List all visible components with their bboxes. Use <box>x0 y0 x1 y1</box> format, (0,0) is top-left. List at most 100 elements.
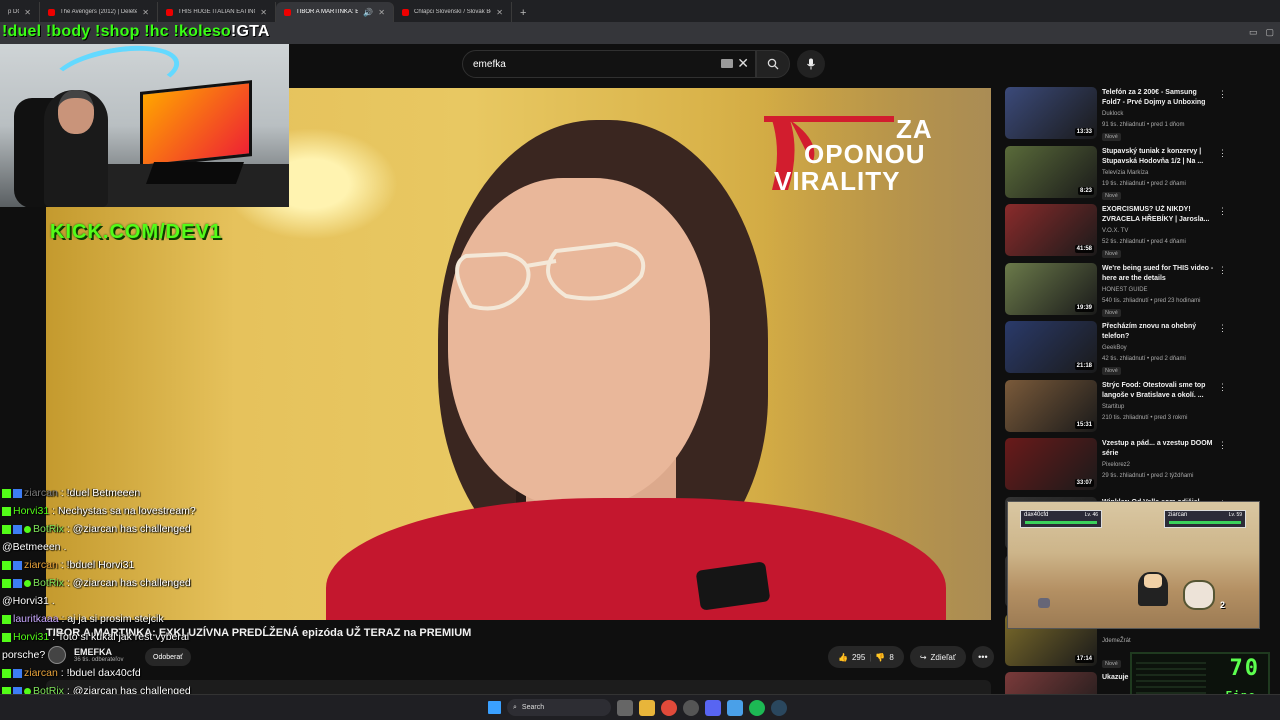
like-icon[interactable]: 👍 <box>838 653 848 662</box>
steam-icon[interactable] <box>771 699 787 716</box>
player1-level: Lv. 46 <box>1084 512 1098 518</box>
kick-url: KICK.COM/DEV1 <box>50 221 222 243</box>
video-thumbnail[interactable]: 19:39 <box>1005 262 1097 315</box>
recommendation-title[interactable]: Telefón za 2 200€ - Samsung Fold7 - Prvé… <box>1102 88 1214 108</box>
chat-message: Horvi31 : Nechystas sa na lovestream? <box>2 502 332 520</box>
tab-title: Chlapci Slovenskí / Slovak Boys <box>414 9 492 15</box>
video-thumbnail[interactable]: 8:23 <box>1005 145 1097 198</box>
chat-username[interactable]: Horvi31 <box>13 631 49 643</box>
recommendation-title[interactable]: Stupavský tuniak z konzervy | Stupavská … <box>1102 147 1214 167</box>
video-duration: 8:23 <box>1077 186 1094 195</box>
search-icon <box>767 58 779 70</box>
close-icon[interactable]: ✕ <box>378 8 385 17</box>
recommendation-channel[interactable]: Televízia Markíza <box>1102 170 1148 176</box>
close-icon[interactable]: ✕ <box>260 8 267 17</box>
player1-health: dax40cfd Lv. 46 <box>1020 510 1102 528</box>
chat-username[interactable]: ziarcan <box>24 667 58 679</box>
search-button[interactable] <box>756 50 790 78</box>
recommendation-channel[interactable]: JdemeŽrát <box>1102 638 1131 644</box>
cast-icon[interactable]: ▭ <box>1249 27 1258 38</box>
chat-username[interactable]: Horvi31 <box>13 505 49 517</box>
windows-start-icon[interactable] <box>488 701 501 714</box>
video-thumbnail[interactable]: 13:33 <box>1005 87 1097 139</box>
sprite-small <box>1038 598 1050 608</box>
recommendation-channel[interactable]: HONEST GUIDE <box>1102 287 1148 293</box>
webcam-overlay <box>0 44 289 207</box>
chat-username[interactable]: BotRix <box>33 523 64 535</box>
dislike-icon[interactable]: 👎 <box>875 653 885 662</box>
more-vert-icon[interactable]: ⋮ <box>1218 382 1227 393</box>
recommendation-item[interactable]: 13:33 Telefón za 2 200€ - Samsung Fold7 -… <box>1005 87 1230 146</box>
recommendation-title[interactable]: Přecházím znovu na ohebný telefon? <box>1102 322 1214 342</box>
speaker-icon[interactable]: 🔊 <box>363 8 373 17</box>
tab-1[interactable]: The Avengers (2012) | Deleted ✕ <box>40 2 158 22</box>
taskbar-search[interactable]: ⌕ Search <box>507 699 611 716</box>
video-thumbnail[interactable]: 33:07 <box>1005 438 1097 490</box>
recommendation-item[interactable]: 21:18 Přecházím znovu na ohebný telefon? G… <box>1005 321 1230 380</box>
task-view-icon[interactable] <box>617 699 633 716</box>
recommendation-item[interactable]: 33:07 Vzestup a pád... a vzestup DOOM sér… <box>1005 438 1230 497</box>
share-button[interactable]: ↪ Zdieľať <box>909 646 966 668</box>
chat-message: @Horvi31 . <box>2 592 332 610</box>
more-vert-icon[interactable]: ⋮ <box>1218 265 1227 276</box>
tab-3[interactable]: TIBOR A MARTINKA: EXKLU 🔊 ✕ <box>276 2 394 22</box>
like-dislike-group: 👍 295 | 👎 8 <box>828 646 904 668</box>
duel-game-overlay: dax40cfd Lv. 46 ziarcan Lv. 59 2 <box>1007 501 1260 629</box>
more-actions-button[interactable]: ••• <box>971 646 994 668</box>
more-vert-icon[interactable]: ⋮ <box>1218 89 1227 100</box>
close-icon[interactable]: ✕ <box>142 8 149 17</box>
kick-badge-icon <box>2 560 11 570</box>
tab-title: THIS HUGE ITALIAN EATING CH <box>178 9 255 15</box>
chat-username[interactable]: lauritkaaa <box>13 613 59 625</box>
recommendation-item[interactable]: 8:23 Stupavský tuniak z konzervy | Stupav… <box>1005 145 1230 205</box>
search-input[interactable]: emefka ✕ <box>462 50 756 78</box>
recommendation-item[interactable]: 41:58 EXORCISMUS? UŽ NIKDY! ZVRACELA HŘEB… <box>1005 204 1230 263</box>
recommendation-channel[interactable]: GeekBoy <box>1102 345 1127 351</box>
recommendation-channel[interactable]: Pixelorez2 <box>1102 462 1130 468</box>
voice-search-button[interactable] <box>797 50 825 78</box>
recommendation-channel[interactable]: Duklock <box>1102 111 1123 117</box>
new-tab-button[interactable]: + <box>512 7 534 22</box>
chat-message: lauritkaaa : aj ja si prosim stejcik <box>2 610 332 628</box>
keyboard-icon[interactable] <box>721 59 733 68</box>
taskbar-items: ⌕ Search <box>488 699 787 716</box>
close-icon[interactable]: ✕ <box>24 8 31 17</box>
player2-health: ziarcan Lv. 59 <box>1164 510 1246 528</box>
close-icon[interactable]: ✕ <box>496 8 503 17</box>
bot-badge-icon <box>13 560 22 570</box>
video-thumbnail[interactable]: 15:31 <box>1005 379 1097 432</box>
dislike-count[interactable]: 8 <box>889 653 893 662</box>
recommendation-title[interactable]: Vzestup a pád... a vzestup DOOM série <box>1102 439 1214 459</box>
recommendation-channel[interactable]: Startitup <box>1102 404 1124 410</box>
tab-0[interactable]: p DC ✕ <box>0 2 40 22</box>
chat-username[interactable]: ziarcan <box>24 559 58 571</box>
tab-4[interactable]: Chlapci Slovenskí / Slovak Boys ✕ <box>394 2 512 22</box>
chat-username[interactable]: ziarcan <box>24 487 58 499</box>
more-vert-icon[interactable]: ⋮ <box>1218 148 1227 159</box>
recommendation-item[interactable]: 15:31 Strýc Food: Otestovali sme top lang… <box>1005 379 1230 439</box>
recommendation-channel[interactable]: V.O.X. TV <box>1102 228 1128 234</box>
video-thumbnail[interactable]: 41:58 <box>1005 204 1097 256</box>
spotify-icon[interactable] <box>749 699 765 716</box>
video-duration: 15:31 <box>1074 420 1094 429</box>
tab-2[interactable]: THIS HUGE ITALIAN EATING CH ✕ <box>158 2 276 22</box>
file-explorer-icon[interactable] <box>639 699 655 716</box>
more-vert-icon[interactable]: ⋮ <box>1218 206 1227 217</box>
chat-text: Nechystas sa na lovestream? <box>57 505 196 517</box>
recommendation-title[interactable]: Strýc Food: Otestovali sme top langoše v… <box>1102 381 1214 401</box>
chat-username[interactable]: BotRix <box>33 577 64 589</box>
recommendation-item[interactable]: 19:39 We're being sued for THIS video - h… <box>1005 262 1230 322</box>
like-count[interactable]: 295 <box>852 653 865 662</box>
more-vert-icon[interactable]: ⋮ <box>1218 323 1227 334</box>
profile-icon[interactable]: ▢ <box>1265 27 1274 38</box>
discord-icon[interactable] <box>705 699 721 716</box>
search-icon: ⌕ <box>513 703 517 711</box>
recommendation-title[interactable]: EXORCISMUS? UŽ NIKDY! ZVRACELA HŘEBÍKY |… <box>1102 205 1214 225</box>
recommendation-title[interactable]: We're being sued for THIS video - here a… <box>1102 264 1214 284</box>
more-vert-icon[interactable]: ⋮ <box>1218 440 1227 451</box>
notepad-icon[interactable] <box>727 699 743 716</box>
obs-icon[interactable] <box>683 699 699 716</box>
chrome-icon[interactable] <box>661 699 677 716</box>
video-thumbnail[interactable]: 21:18 <box>1005 321 1097 373</box>
clear-icon[interactable]: ✕ <box>737 55 749 72</box>
